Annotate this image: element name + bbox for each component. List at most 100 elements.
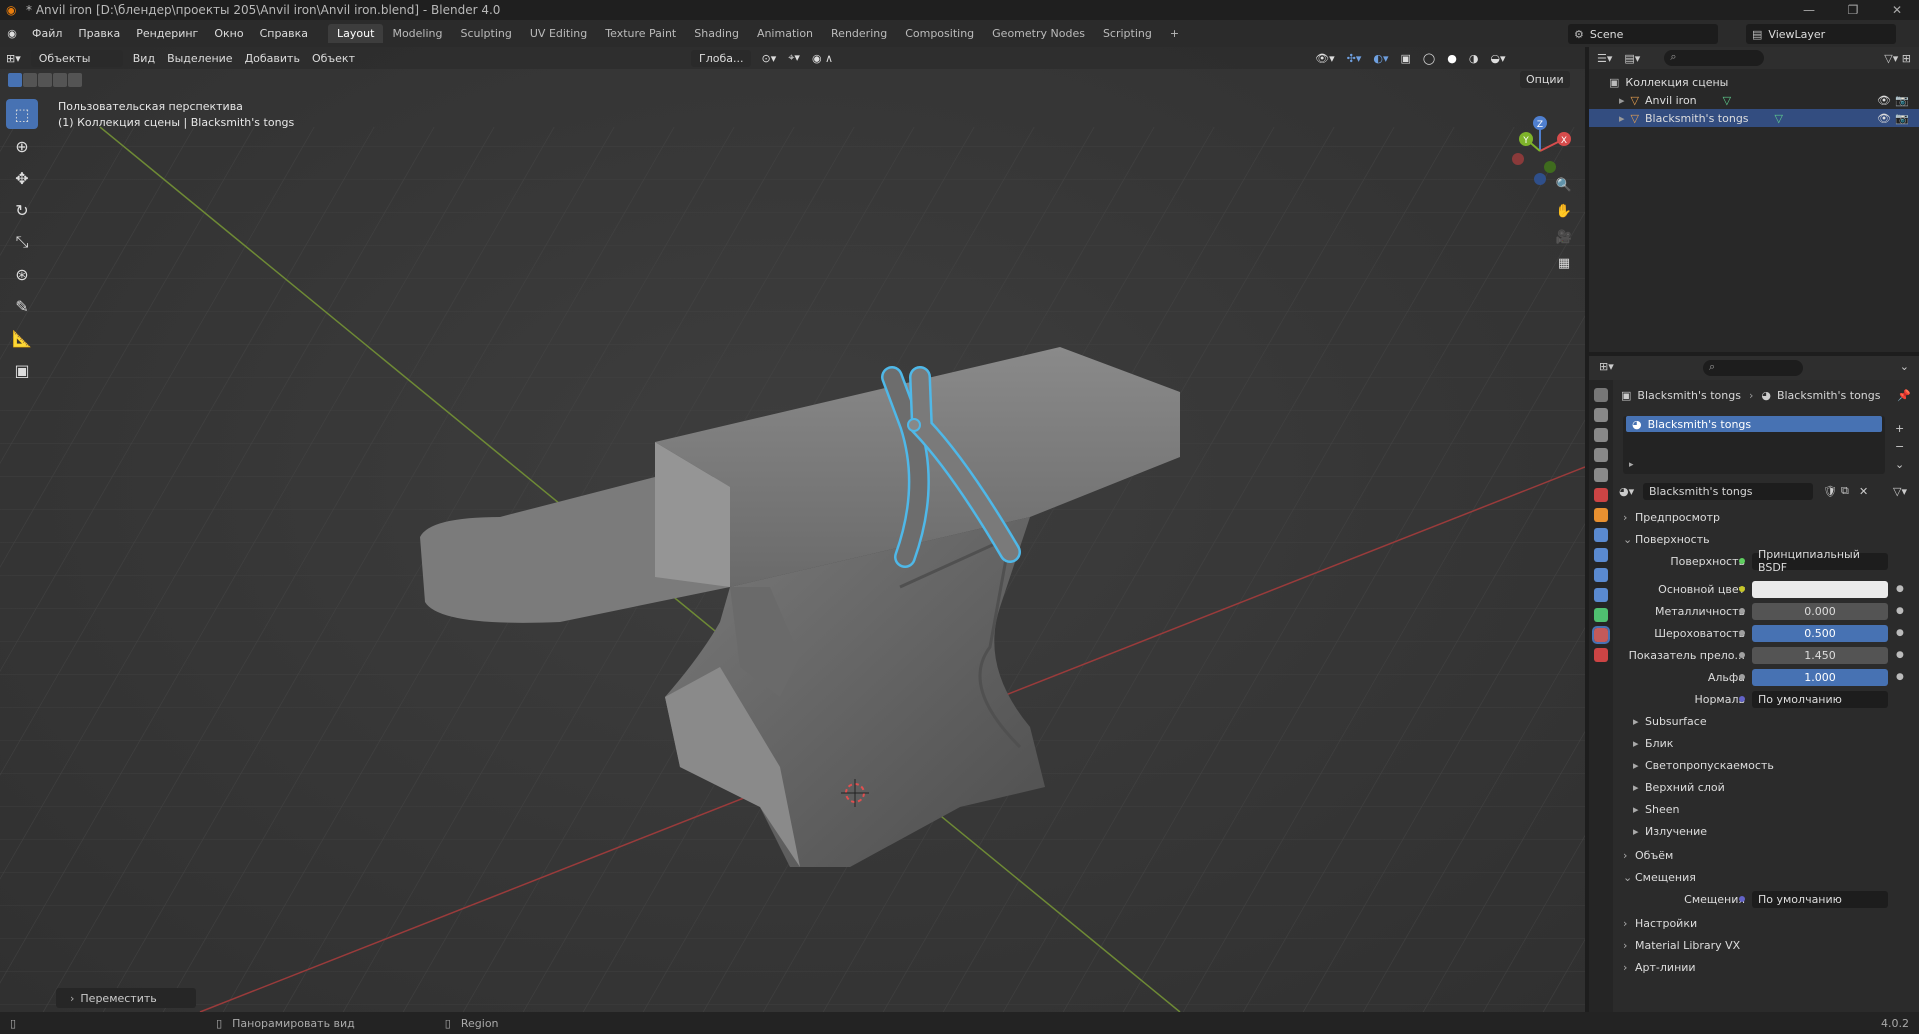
visibility-eye-icon[interactable]: 👁 [1877, 112, 1891, 125]
expand-arrow-icon[interactable]: ▸ [1619, 112, 1625, 125]
move-tool-icon[interactable]: ✥ [6, 163, 38, 193]
close-button[interactable]: ✕ [1875, 0, 1919, 20]
rotate-tool-icon[interactable]: ↻ [6, 195, 38, 225]
menu-object[interactable]: Объект [306, 52, 361, 65]
render-camera-icon[interactable]: 📷 [1895, 112, 1909, 125]
tab-shading[interactable]: Shading [685, 24, 748, 43]
tab-rendering[interactable]: Rendering [822, 24, 896, 43]
tab-animation[interactable]: Animation [748, 24, 822, 43]
select-extend-icon[interactable] [23, 73, 37, 87]
tab-scripting[interactable]: Scripting [1094, 24, 1161, 43]
snap-icon[interactable]: ⌖▾ [782, 51, 806, 65]
proportional-edit-icon[interactable]: ◉ ∧ [806, 52, 839, 65]
particles-tab-icon[interactable] [1594, 548, 1608, 562]
outliner-search-input[interactable]: ⌕ [1664, 50, 1765, 66]
render-camera-icon[interactable]: 📷 [1895, 94, 1909, 107]
shading-solid-icon[interactable]: ● [1441, 52, 1463, 65]
subpanel-coat[interactable]: ▸ Верхний слой [1613, 776, 1919, 798]
material-filter-icon[interactable]: ▽▾ [1893, 485, 1907, 498]
gizmo-toggle-icon[interactable]: ✣▾ [1341, 52, 1368, 65]
expand-arrow-icon[interactable]: ▸ [1619, 94, 1625, 107]
duplicate-material-icon[interactable]: ⧉ [1841, 484, 1849, 498]
remove-slot-button[interactable]: − [1895, 438, 1904, 456]
ortho-grid-icon[interactable]: ▦ [1552, 251, 1576, 275]
pivot-icon[interactable]: ⊙▾ [755, 52, 782, 65]
texture-tab-icon[interactable] [1594, 648, 1608, 662]
outliner-item-anvil[interactable]: ▸ ▽ Anvil iron ▽ 👁 📷 [1589, 91, 1919, 109]
data-tab-icon[interactable] [1594, 608, 1608, 622]
tool-tab-icon[interactable] [1594, 388, 1608, 402]
shading-wireframe-icon[interactable]: ◯ [1417, 52, 1441, 65]
zoom-icon[interactable]: 🔍 [1552, 173, 1576, 197]
ior-field[interactable]: 1.450 [1752, 646, 1888, 664]
section-volume[interactable]: › Объём [1613, 844, 1919, 866]
add-slot-button[interactable]: + [1895, 420, 1904, 438]
scene-selector[interactable]: ⚙ Scene [1568, 24, 1718, 44]
select-invert-icon[interactable] [53, 73, 67, 87]
menu-render[interactable]: Рендеринг [128, 27, 206, 40]
minimize-button[interactable]: — [1787, 0, 1831, 20]
constraints-tab-icon[interactable] [1594, 588, 1608, 602]
menu-select[interactable]: Выделение [161, 52, 239, 65]
normal-field[interactable]: По умолчанию [1752, 690, 1888, 708]
last-operation-panel[interactable]: › Переместить [56, 988, 196, 1008]
keyframe-dot-icon[interactable]: ● [1896, 584, 1904, 594]
select-new-icon[interactable] [8, 73, 22, 87]
material-tab-icon[interactable] [1592, 626, 1610, 644]
roughness-field[interactable]: 0.500 [1752, 624, 1888, 642]
section-line-art[interactable]: › Арт-линии [1613, 956, 1919, 978]
options-dropdown[interactable]: Опции [1520, 71, 1570, 88]
properties-options-icon[interactable]: ⌄ [1900, 360, 1909, 373]
material-slot-item[interactable]: ◕ Blacksmith's tongs [1626, 416, 1882, 432]
section-surface[interactable]: ⌄ Поверхность [1613, 528, 1919, 550]
filter-icon[interactable]: ▽▾ ⊞ [1884, 52, 1911, 65]
tab-modeling[interactable]: Modeling [383, 24, 451, 43]
subpanel-transmission[interactable]: ▸ Светопропускаемость [1613, 754, 1919, 776]
base-color-field[interactable] [1752, 580, 1888, 598]
shading-rendered-icon[interactable]: ◒▾ [1484, 52, 1511, 65]
keyframe-dot-icon[interactable]: ● [1896, 650, 1904, 660]
menu-edit[interactable]: Правка [70, 27, 128, 40]
properties-search-input[interactable]: ⌕ [1703, 360, 1803, 376]
visibility-icon[interactable]: 👁▾ [1309, 52, 1341, 65]
outliner-item-tongs[interactable]: ▸ ▽ Blacksmith's tongs ▽ 👁 📷 [1589, 109, 1919, 127]
visibility-eye-icon[interactable]: 👁 [1877, 94, 1891, 107]
tab-uv-editing[interactable]: UV Editing [521, 24, 596, 43]
menu-help[interactable]: Справка [252, 27, 316, 40]
annotate-tool-icon[interactable]: ✎ [6, 291, 38, 321]
world-tab-icon[interactable] [1594, 488, 1608, 502]
mode-dropdown[interactable]: Объекты [30, 49, 123, 67]
tab-texture-paint[interactable]: Texture Paint [596, 24, 685, 43]
material-browse-icon[interactable]: ◕▾ [1619, 485, 1634, 498]
menu-add[interactable]: Добавить [239, 52, 306, 65]
keyframe-dot-icon[interactable]: ● [1896, 628, 1904, 638]
display-mode-icon[interactable]: ▤▾ [1624, 52, 1640, 65]
keyframe-dot-icon[interactable]: ● [1896, 672, 1904, 682]
section-displacement[interactable]: ⌄ Смещения [1613, 866, 1919, 888]
displacement-field[interactable]: По умолчанию [1752, 890, 1888, 908]
cursor-tool-icon[interactable]: ⊕ [6, 131, 38, 161]
measure-tool-icon[interactable]: 📐 [6, 323, 38, 353]
fake-user-icon[interactable]: 🛡 [1823, 485, 1837, 498]
surface-shader-field[interactable]: Принципиальный BSDF [1752, 548, 1888, 574]
maximize-button[interactable]: ❐ [1831, 0, 1875, 20]
menu-view[interactable]: Вид [127, 52, 161, 65]
tab-sculpting[interactable]: Sculpting [452, 24, 521, 43]
editor-type-icon[interactable]: ⊞▾ [0, 52, 27, 65]
xray-icon[interactable]: ▣ [1394, 52, 1416, 65]
add-cube-tool-icon[interactable]: ▣ [6, 355, 38, 385]
properties-editor-icon[interactable]: ⊞▾ [1599, 360, 1614, 373]
render-tab-icon[interactable] [1594, 408, 1608, 422]
subpanel-subsurface[interactable]: ▸ Subsurface [1613, 710, 1919, 732]
slot-menu-button[interactable]: ⌄ [1895, 456, 1904, 474]
menu-file[interactable]: Файл [24, 27, 70, 40]
overlay-toggle-icon[interactable]: ◐▾ [1367, 52, 1394, 65]
select-box-tool-icon[interactable]: ⬚ [6, 99, 38, 129]
select-intersect-icon[interactable] [68, 73, 82, 87]
tab-compositing[interactable]: Compositing [896, 24, 983, 43]
blender-menu-icon[interactable]: ◉ [0, 27, 24, 40]
modifier-tab-icon[interactable] [1594, 528, 1608, 542]
section-material-library[interactable]: › Material Library VX [1613, 934, 1919, 956]
menu-window[interactable]: Окно [206, 27, 251, 40]
keyframe-dot-icon[interactable]: ● [1896, 606, 1904, 616]
